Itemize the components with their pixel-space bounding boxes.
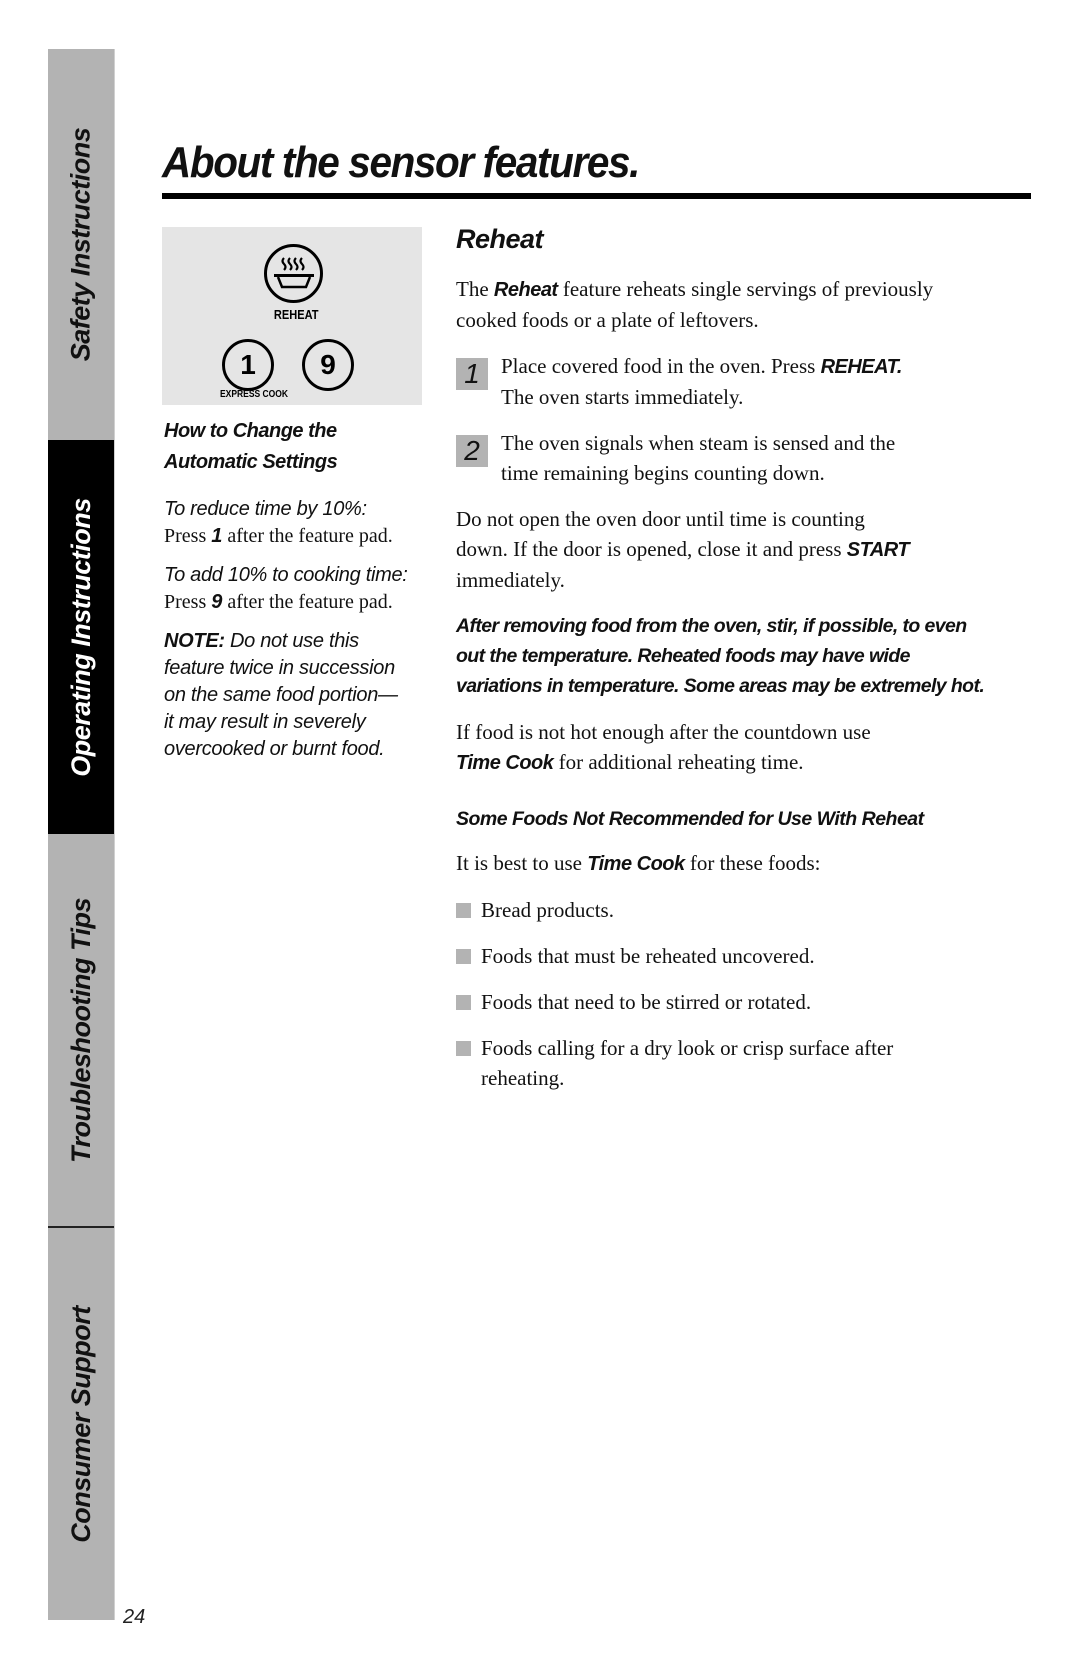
text: immediately. <box>456 568 565 592</box>
text: After removing food from the oven, stir,… <box>456 615 967 637</box>
text: feature reheats single servings of previ… <box>557 277 934 301</box>
text: after the feature pad. <box>222 525 393 547</box>
control-panel-illustration: REHEAT 1 9 EXPRESS COOK <box>162 227 422 405</box>
reduce-time-instruction: Press 1 after the feature pad. <box>164 523 429 550</box>
list-item: Bread products. <box>456 895 1036 925</box>
tab-troubleshooting-tips[interactable]: Troubleshooting Tips <box>48 834 114 1226</box>
section-sidebar: Safety Instructions Operating Instructio… <box>48 49 115 1620</box>
square-bullet-icon <box>456 995 471 1010</box>
not-recommended-heading: Some Foods Not Recommended for Use With … <box>456 808 924 830</box>
text: Do not open the oven door until time is … <box>456 507 865 531</box>
text: for additional reheating time. <box>553 750 804 774</box>
step-1: 1 Place covered food in the oven. Press … <box>456 351 1036 412</box>
note-line: it may result in severely <box>164 711 366 733</box>
step-text: Place covered food in the oven. Press RE… <box>501 351 902 412</box>
pad-9: 9 <box>302 339 354 391</box>
intro-paragraph: The Reheat feature reheats single servin… <box>456 274 1036 335</box>
list-item: Foods that need to be stirred or rotated… <box>456 987 1036 1017</box>
list-item-text: Foods that need to be stirred or rotated… <box>481 990 812 1014</box>
pad-1: 1 <box>222 339 274 391</box>
text: The oven starts immediately. <box>501 385 744 409</box>
list-item-text: Foods calling for a dry look or crisp su… <box>481 1036 894 1090</box>
text: for these foods: <box>684 851 821 875</box>
section-title: Reheat <box>456 224 544 254</box>
reheat-section: Reheat The Reheat feature reheats single… <box>456 218 1036 1093</box>
foods-list: Bread products. Foods that must be rehea… <box>456 895 1036 1093</box>
reduce-time-heading: To reduce time by 10%: <box>164 498 367 520</box>
add-time-instruction: Press 9 after the feature pad. <box>164 589 429 616</box>
text: Place covered food in the oven. Press <box>501 354 821 378</box>
tab-label: Operating Instructions <box>65 497 96 777</box>
title-rule <box>162 193 1031 199</box>
not-hot-paragraph: If food is not hot enough after the coun… <box>456 717 1036 778</box>
page-number: 24 <box>123 1606 146 1628</box>
text: The oven signals when steam is sensed an… <box>501 431 896 455</box>
warning-paragraph: After removing food from the oven, stir,… <box>456 611 1036 701</box>
tab-consumer-support[interactable]: Consumer Support <box>48 1228 114 1620</box>
emphasis: REHEAT. <box>820 356 903 378</box>
text: out the temperature. Reheated foods may … <box>456 645 910 667</box>
tab-safety-instructions[interactable]: Safety Instructions <box>48 49 114 440</box>
pad-number: 1 <box>240 349 256 380</box>
list-item: Foods that must be reheated uncovered. <box>456 941 1036 971</box>
emphasis: Time Cook <box>456 752 554 774</box>
tab-label: Consumer Support <box>65 1305 96 1543</box>
steaming-dish-icon <box>273 256 314 288</box>
square-bullet-icon <box>456 949 471 964</box>
step-number: 2 <box>456 435 488 467</box>
text: variations in temperature. Some areas ma… <box>456 675 985 697</box>
key-1: 1 <box>211 525 223 547</box>
step-2: 2 The oven signals when steam is sensed … <box>456 428 1036 488</box>
automatic-settings-sidebar: How to Change the Automatic Settings To … <box>164 416 429 763</box>
note-label: NOTE: <box>164 630 225 652</box>
text: Press <box>164 591 212 613</box>
note-line: overcooked or burnt food. <box>164 738 385 760</box>
note-line: Do not use this <box>224 630 359 652</box>
tab-label: Troubleshooting Tips <box>65 897 96 1163</box>
note: NOTE: Do not use this feature twice in s… <box>164 628 429 763</box>
heading-line: Automatic Settings <box>164 451 338 473</box>
text: It is best to use <box>456 851 588 875</box>
best-use-paragraph: It is best to use Time Cook for these fo… <box>456 848 1036 879</box>
reheat-pad-label: REHEAT <box>273 307 319 322</box>
text: cooked foods or a plate of leftovers. <box>456 308 759 332</box>
pad-number: 9 <box>320 349 336 380</box>
list-item-text: Bread products. <box>481 898 614 922</box>
step-number: 1 <box>456 358 488 390</box>
tab-label: Safety Instructions <box>65 127 96 362</box>
emphasis: Reheat <box>493 279 558 301</box>
tab-operating-instructions[interactable]: Operating Instructions <box>48 440 114 834</box>
step-text: The oven signals when steam is sensed an… <box>501 428 895 488</box>
door-paragraph: Do not open the oven door until time is … <box>456 504 1036 595</box>
note-line: on the same food portion— <box>164 684 398 706</box>
heading-line: How to Change the <box>164 420 337 442</box>
emphasis: Time Cook <box>587 853 685 875</box>
text: Press <box>164 525 212 547</box>
key-9: 9 <box>211 591 223 613</box>
page-title: About the sensor features. <box>162 138 640 187</box>
express-cook-label: EXPRESS COOK <box>220 389 289 400</box>
text: down. If the door is opened, close it an… <box>456 537 847 561</box>
reheat-pad <box>264 244 323 303</box>
note-line: feature twice in succession <box>164 657 395 679</box>
settings-heading: How to Change the Automatic Settings <box>164 416 429 478</box>
add-time-heading: To add 10% to cooking time: <box>164 564 408 586</box>
list-item-text: Foods that must be reheated uncovered. <box>481 944 815 968</box>
square-bullet-icon <box>456 903 471 918</box>
text: after the feature pad. <box>222 591 393 613</box>
text: The <box>456 277 494 301</box>
list-item: Foods calling for a dry look or crisp su… <box>456 1033 1036 1093</box>
text: If food is not hot enough after the coun… <box>456 720 871 744</box>
emphasis: START <box>846 539 910 561</box>
text: time remaining begins counting down. <box>501 461 825 485</box>
square-bullet-icon <box>456 1041 471 1056</box>
